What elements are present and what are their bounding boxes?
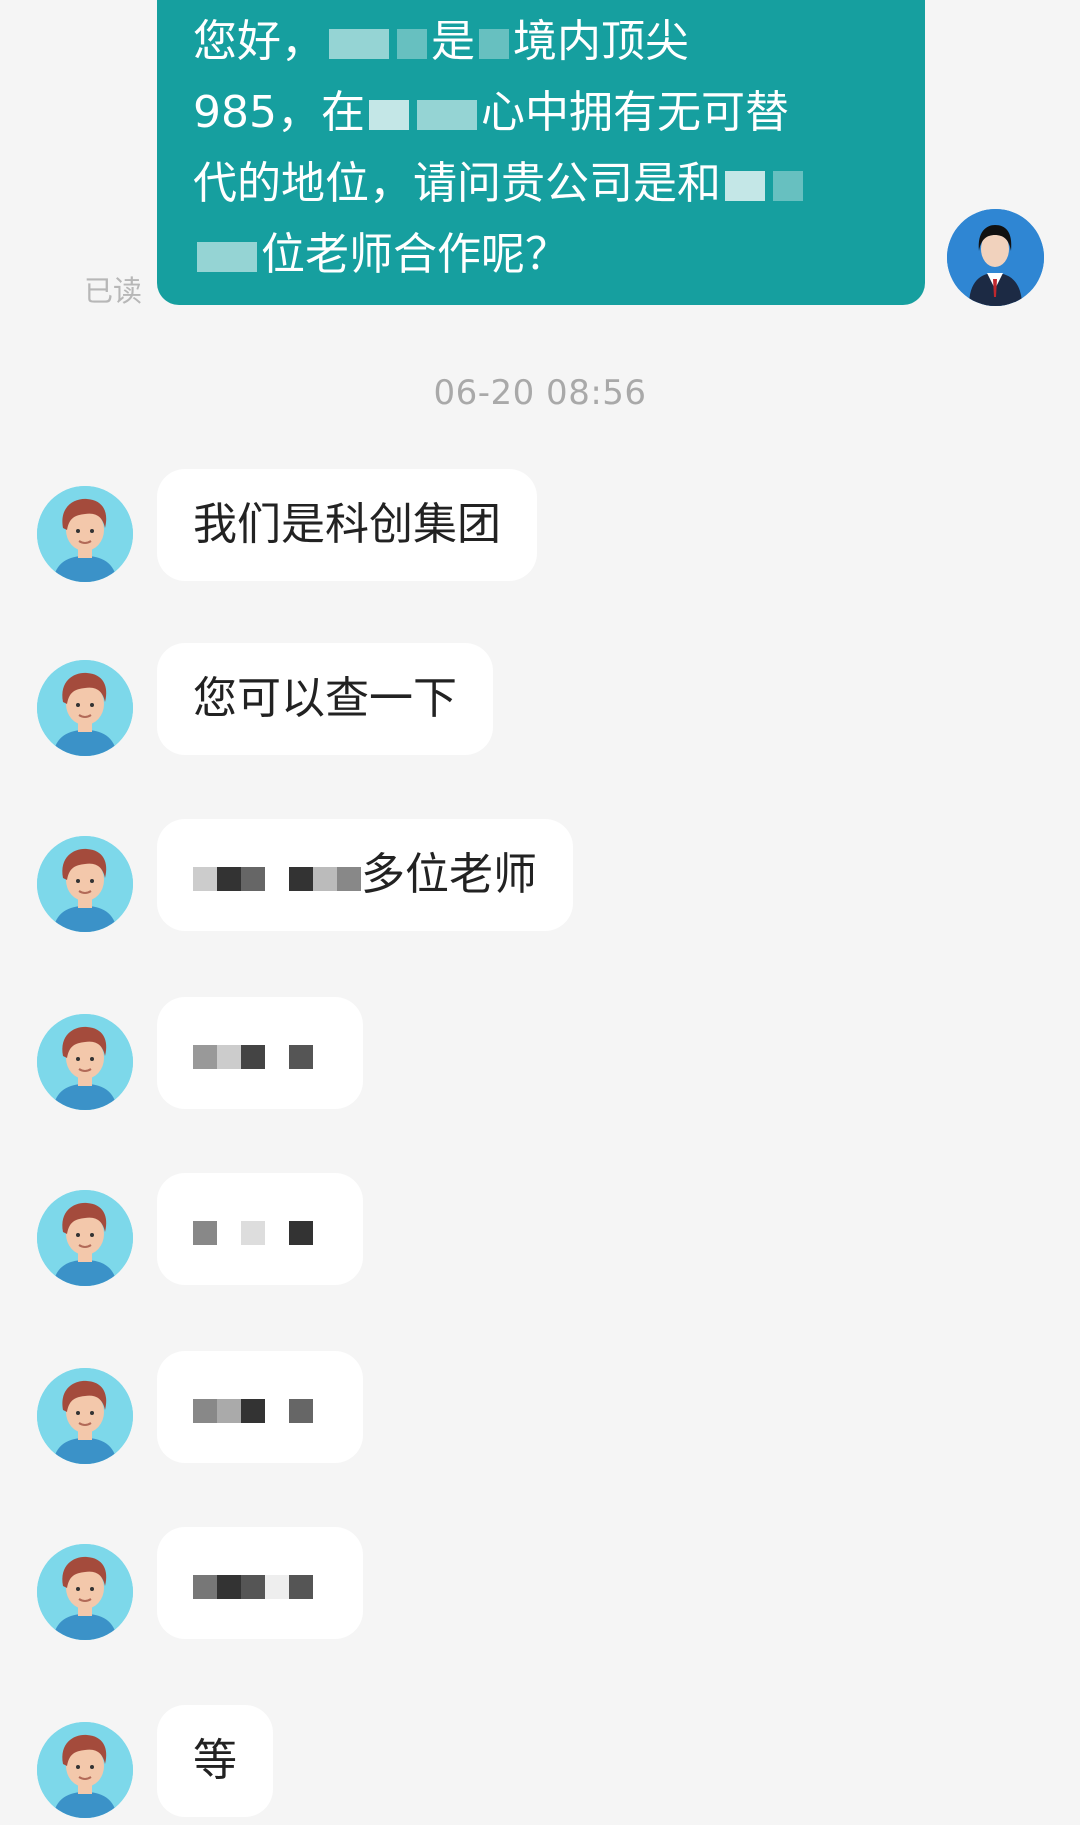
outgoing-text-segment: 心中拥有无可替 (480, 87, 789, 138)
incoming-message-bubble[interactable]: 我们是科创集团 (157, 469, 537, 581)
outgoing-text-segment: 代的地位，请问贵公司是和 (193, 158, 721, 209)
redacted-block (725, 171, 765, 201)
incoming-message: 您可以查一下 (0, 643, 1080, 763)
cartoon-man-avatar-svg (37, 1722, 133, 1818)
incoming-message (0, 997, 1080, 1117)
outgoing-text-segment: 您好， (193, 16, 325, 67)
cartoon-man-avatar-svg (37, 836, 133, 932)
profile-photo-avatar-svg (947, 209, 1044, 306)
redacted-block (397, 29, 427, 59)
outgoing-text-segment: 位老师合作呢？ (261, 229, 569, 280)
cartoon-man-avatar-svg (37, 660, 133, 756)
redacted-block (479, 29, 509, 59)
redacted-block (329, 29, 389, 59)
cartoon-man-avatar-svg (37, 1368, 133, 1464)
outgoing-message-bubble[interactable]: 您好， 是境内顶尖 985，在 心中拥有无可替 代的地位，请问贵公司是和 位老师合作… (157, 0, 925, 305)
incoming-message (0, 1351, 1080, 1471)
outgoing-text-segment: 985，在 (193, 87, 365, 138)
cartoon-man-avatar-svg (37, 486, 133, 582)
redacted-block (193, 999, 313, 1111)
incoming-message-bubble[interactable] (157, 1527, 363, 1639)
cartoon-man-avatar-svg (37, 1190, 133, 1286)
outgoing-line-2: 985，在 心中拥有无可替 (193, 77, 895, 148)
outgoing-line-4: 位老师合作呢？ (193, 219, 895, 290)
cartoon-man-avatar-svg (37, 1544, 133, 1640)
incoming-message: 等 (0, 1705, 1080, 1825)
cartoon-man-avatar-svg (37, 1014, 133, 1110)
incoming-message-bubble[interactable]: 您可以查一下 (157, 643, 493, 755)
incoming-message-bubble[interactable] (157, 1351, 363, 1463)
incoming-message-bubble[interactable]: 多位老师 (157, 819, 573, 931)
redacted-block (193, 1175, 313, 1287)
redacted-block (197, 242, 257, 272)
cartoon-man-avatar-icon[interactable] (37, 836, 133, 932)
incoming-message-bubble[interactable] (157, 1173, 363, 1285)
outgoing-text-segment: 境内顶尖 (513, 16, 689, 67)
cartoon-man-avatar-icon[interactable] (37, 1722, 133, 1818)
cartoon-man-avatar-icon[interactable] (37, 1368, 133, 1464)
redacted-block (773, 171, 803, 201)
outgoing-line-3: 代的地位，请问贵公司是和 (193, 148, 895, 219)
redacted-block (193, 821, 361, 933)
read-status: 已读 (84, 274, 143, 308)
outgoing-line-1: 您好， 是境内顶尖 (193, 6, 895, 77)
outgoing-text-segment: 是 (431, 16, 475, 67)
redacted-block (416, 100, 477, 130)
incoming-message (0, 1527, 1080, 1647)
incoming-message: 多位老师 (0, 819, 1080, 939)
redacted-block (368, 100, 409, 130)
message-timestamp: 06-20 08:56 (433, 373, 647, 413)
cartoon-man-avatar-icon[interactable] (37, 1544, 133, 1640)
incoming-message-bubble[interactable]: 等 (157, 1705, 273, 1817)
incoming-message: 我们是科创集团 (0, 469, 1080, 589)
redacted-block (193, 1529, 313, 1641)
cartoon-man-avatar-icon[interactable] (37, 1014, 133, 1110)
incoming-message-bubble[interactable] (157, 997, 363, 1109)
incoming-text: 多位老师 (361, 849, 537, 900)
cartoon-man-avatar-icon[interactable] (37, 486, 133, 582)
chat-thread: 您好， 是境内顶尖 985，在 心中拥有无可替 代的地位，请问贵公司是和 位老师合作… (0, 0, 1080, 1818)
incoming-message (0, 1173, 1080, 1293)
cartoon-man-avatar-icon[interactable] (37, 660, 133, 756)
redacted-block (193, 1353, 313, 1465)
profile-photo-avatar-icon[interactable] (947, 209, 1044, 306)
cartoon-man-avatar-icon[interactable] (37, 1190, 133, 1286)
